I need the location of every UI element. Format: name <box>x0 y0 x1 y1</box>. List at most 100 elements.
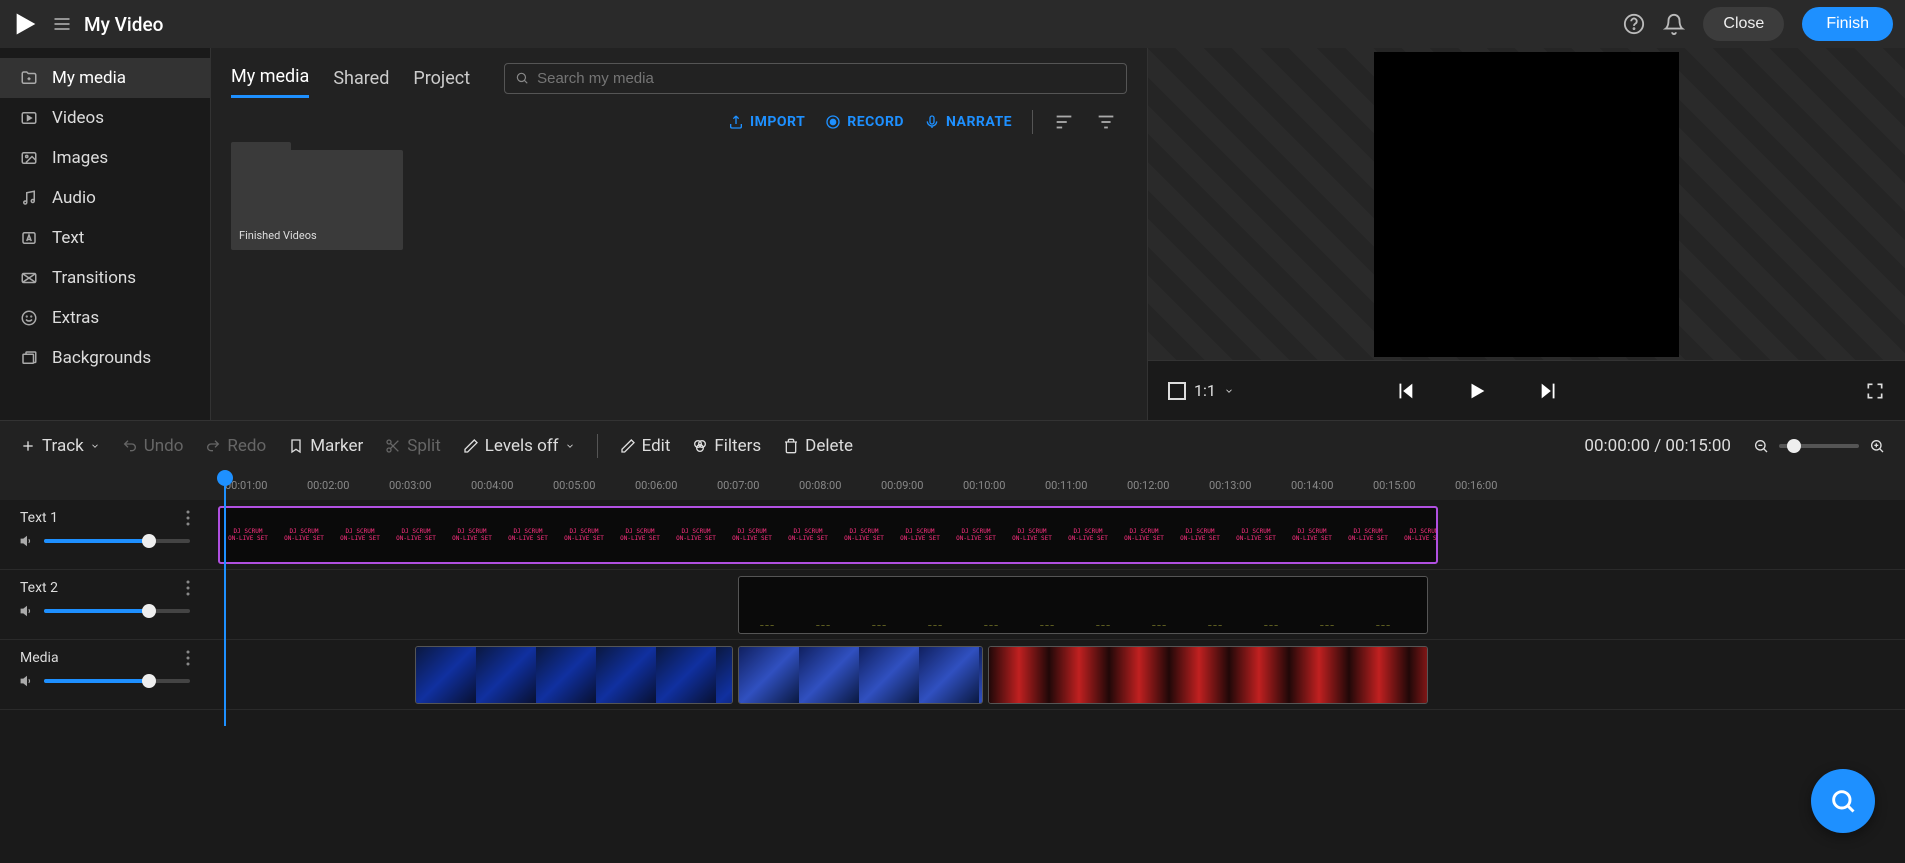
redo-button[interactable]: Redo <box>205 436 266 456</box>
plus-icon <box>20 438 36 454</box>
ruler-label: 00:13:00 <box>1209 479 1291 492</box>
ruler-label: 00:08:00 <box>799 479 881 492</box>
sidebar: My media Videos Images Audio Text Transi… <box>0 48 210 420</box>
finish-button[interactable]: Finish <box>1802 7 1893 41</box>
fullscreen-icon[interactable] <box>1865 381 1885 401</box>
playhead[interactable] <box>225 470 233 726</box>
zoom-in-icon[interactable] <box>1869 438 1885 454</box>
bookmark-icon <box>288 438 304 454</box>
narrate-button[interactable]: NARRATE <box>924 114 1012 130</box>
volume-icon[interactable] <box>20 674 34 688</box>
volume-icon[interactable] <box>20 604 34 618</box>
sidebar-item-images[interactable]: Images <box>0 138 210 178</box>
play-icon[interactable] <box>1466 380 1488 402</box>
folder-item[interactable]: Finished Videos <box>231 150 403 250</box>
tab-my-media[interactable]: My media <box>231 58 309 98</box>
undo-icon <box>122 438 138 454</box>
zoom-slider[interactable] <box>1779 444 1859 448</box>
more-icon[interactable] <box>186 580 190 596</box>
delete-button[interactable]: Delete <box>783 436 853 456</box>
help-icon[interactable] <box>1623 13 1645 35</box>
volume-slider[interactable] <box>44 539 190 543</box>
ruler-label: 00:11:00 <box>1045 479 1127 492</box>
clip-media-3[interactable] <box>988 646 1428 704</box>
sidebar-label: Videos <box>52 108 104 128</box>
ruler-label: 00:14:00 <box>1291 479 1373 492</box>
volume-slider[interactable] <box>44 609 190 613</box>
sidebar-label: Images <box>52 148 108 168</box>
timeline-ruler[interactable]: 00:01:0000:02:0000:03:0000:04:0000:05:00… <box>0 470 1905 500</box>
logo-icon[interactable] <box>12 10 40 38</box>
ruler-label: 00:16:00 <box>1455 479 1537 492</box>
ruler-label: 00:01:00 <box>225 479 307 492</box>
ruler-label: 00:07:00 <box>717 479 799 492</box>
scissors-icon <box>385 438 401 454</box>
volume-slider[interactable] <box>44 679 190 683</box>
levels-button[interactable]: Levels off <box>463 436 575 456</box>
clip-media-2[interactable] <box>738 646 983 704</box>
more-icon[interactable] <box>186 510 190 526</box>
chevron-down-icon <box>1224 386 1234 396</box>
zoom-out-icon[interactable] <box>1753 438 1769 454</box>
skip-next-icon[interactable] <box>1538 380 1560 402</box>
track-row-text2: Text 2 — — —— — —— — —— — —— — —— — —— —… <box>0 570 1905 640</box>
folder-label: Finished Videos <box>239 229 317 242</box>
sidebar-item-my-media[interactable]: My media <box>0 58 210 98</box>
redo-icon <box>205 438 221 454</box>
sidebar-label: Extras <box>52 308 99 328</box>
tab-project[interactable]: Project <box>413 60 470 97</box>
track-row-media: Media <box>0 640 1905 710</box>
track-name: Text 1 <box>20 510 58 526</box>
aspect-label: 1:1 <box>1194 381 1216 400</box>
import-button[interactable]: IMPORT <box>728 114 805 130</box>
more-icon[interactable] <box>186 650 190 666</box>
sidebar-item-text[interactable]: Text <box>0 218 210 258</box>
clip-media-1[interactable] <box>415 646 733 704</box>
sidebar-label: Text <box>52 228 84 248</box>
volume-icon[interactable] <box>20 534 34 548</box>
sidebar-item-audio[interactable]: Audio <box>0 178 210 218</box>
tab-shared[interactable]: Shared <box>333 60 389 97</box>
sidebar-item-backgrounds[interactable]: Backgrounds <box>0 338 210 378</box>
sidebar-label: Transitions <box>52 268 136 288</box>
clip-text1[interactable]: DJ SCRUMON-LIVE SETDJ SCRUMON-LIVE SETDJ… <box>218 506 1438 564</box>
undo-button[interactable]: Undo <box>122 436 184 456</box>
timeline-toolbar: Track Undo Redo Marker Split Levels off … <box>0 420 1905 470</box>
music-note-icon <box>20 189 38 207</box>
marker-button[interactable]: Marker <box>288 436 363 456</box>
aspect-ratio-button[interactable]: 1:1 <box>1168 381 1234 400</box>
search-input[interactable] <box>537 70 1116 87</box>
sidebar-item-transitions[interactable]: Transitions <box>0 258 210 298</box>
search-box[interactable] <box>504 63 1127 94</box>
ruler-label: 00:06:00 <box>635 479 717 492</box>
sidebar-item-videos[interactable]: Videos <box>0 98 210 138</box>
split-button[interactable]: Split <box>385 436 440 456</box>
add-track-button[interactable]: Track <box>20 436 100 456</box>
smile-icon <box>20 309 38 327</box>
clip-text2[interactable]: — — —— — —— — —— — —— — —— — —— — —— — —… <box>738 576 1428 634</box>
sidebar-item-extras[interactable]: Extras <box>0 298 210 338</box>
ruler-label: 00:12:00 <box>1127 479 1209 492</box>
record-icon <box>825 114 841 130</box>
close-button[interactable]: Close <box>1703 7 1784 41</box>
sidebar-label: My media <box>52 68 126 88</box>
filters-button[interactable]: Filters <box>692 436 761 456</box>
skip-prev-icon[interactable] <box>1394 380 1416 402</box>
trash-icon <box>783 438 799 454</box>
sort-asc-icon[interactable] <box>1053 111 1075 133</box>
preview-area <box>1148 48 1905 360</box>
filter-icon[interactable] <box>1095 111 1117 133</box>
folder-plus-icon <box>20 69 38 87</box>
ruler-label: 00:15:00 <box>1373 479 1455 492</box>
project-title: My Video <box>84 13 163 36</box>
chat-fab[interactable] <box>1811 769 1875 833</box>
bell-icon[interactable] <box>1663 13 1685 35</box>
sidebar-label: Backgrounds <box>52 348 151 368</box>
track-head: Text 2 <box>0 570 210 639</box>
timecode: 00:00:00 / 00:15:00 <box>1584 436 1731 456</box>
record-button[interactable]: RECORD <box>825 114 904 130</box>
layers-icon <box>20 349 38 367</box>
edit-button[interactable]: Edit <box>620 436 671 456</box>
hamburger-icon[interactable] <box>52 14 72 34</box>
pencil-icon <box>620 438 636 454</box>
